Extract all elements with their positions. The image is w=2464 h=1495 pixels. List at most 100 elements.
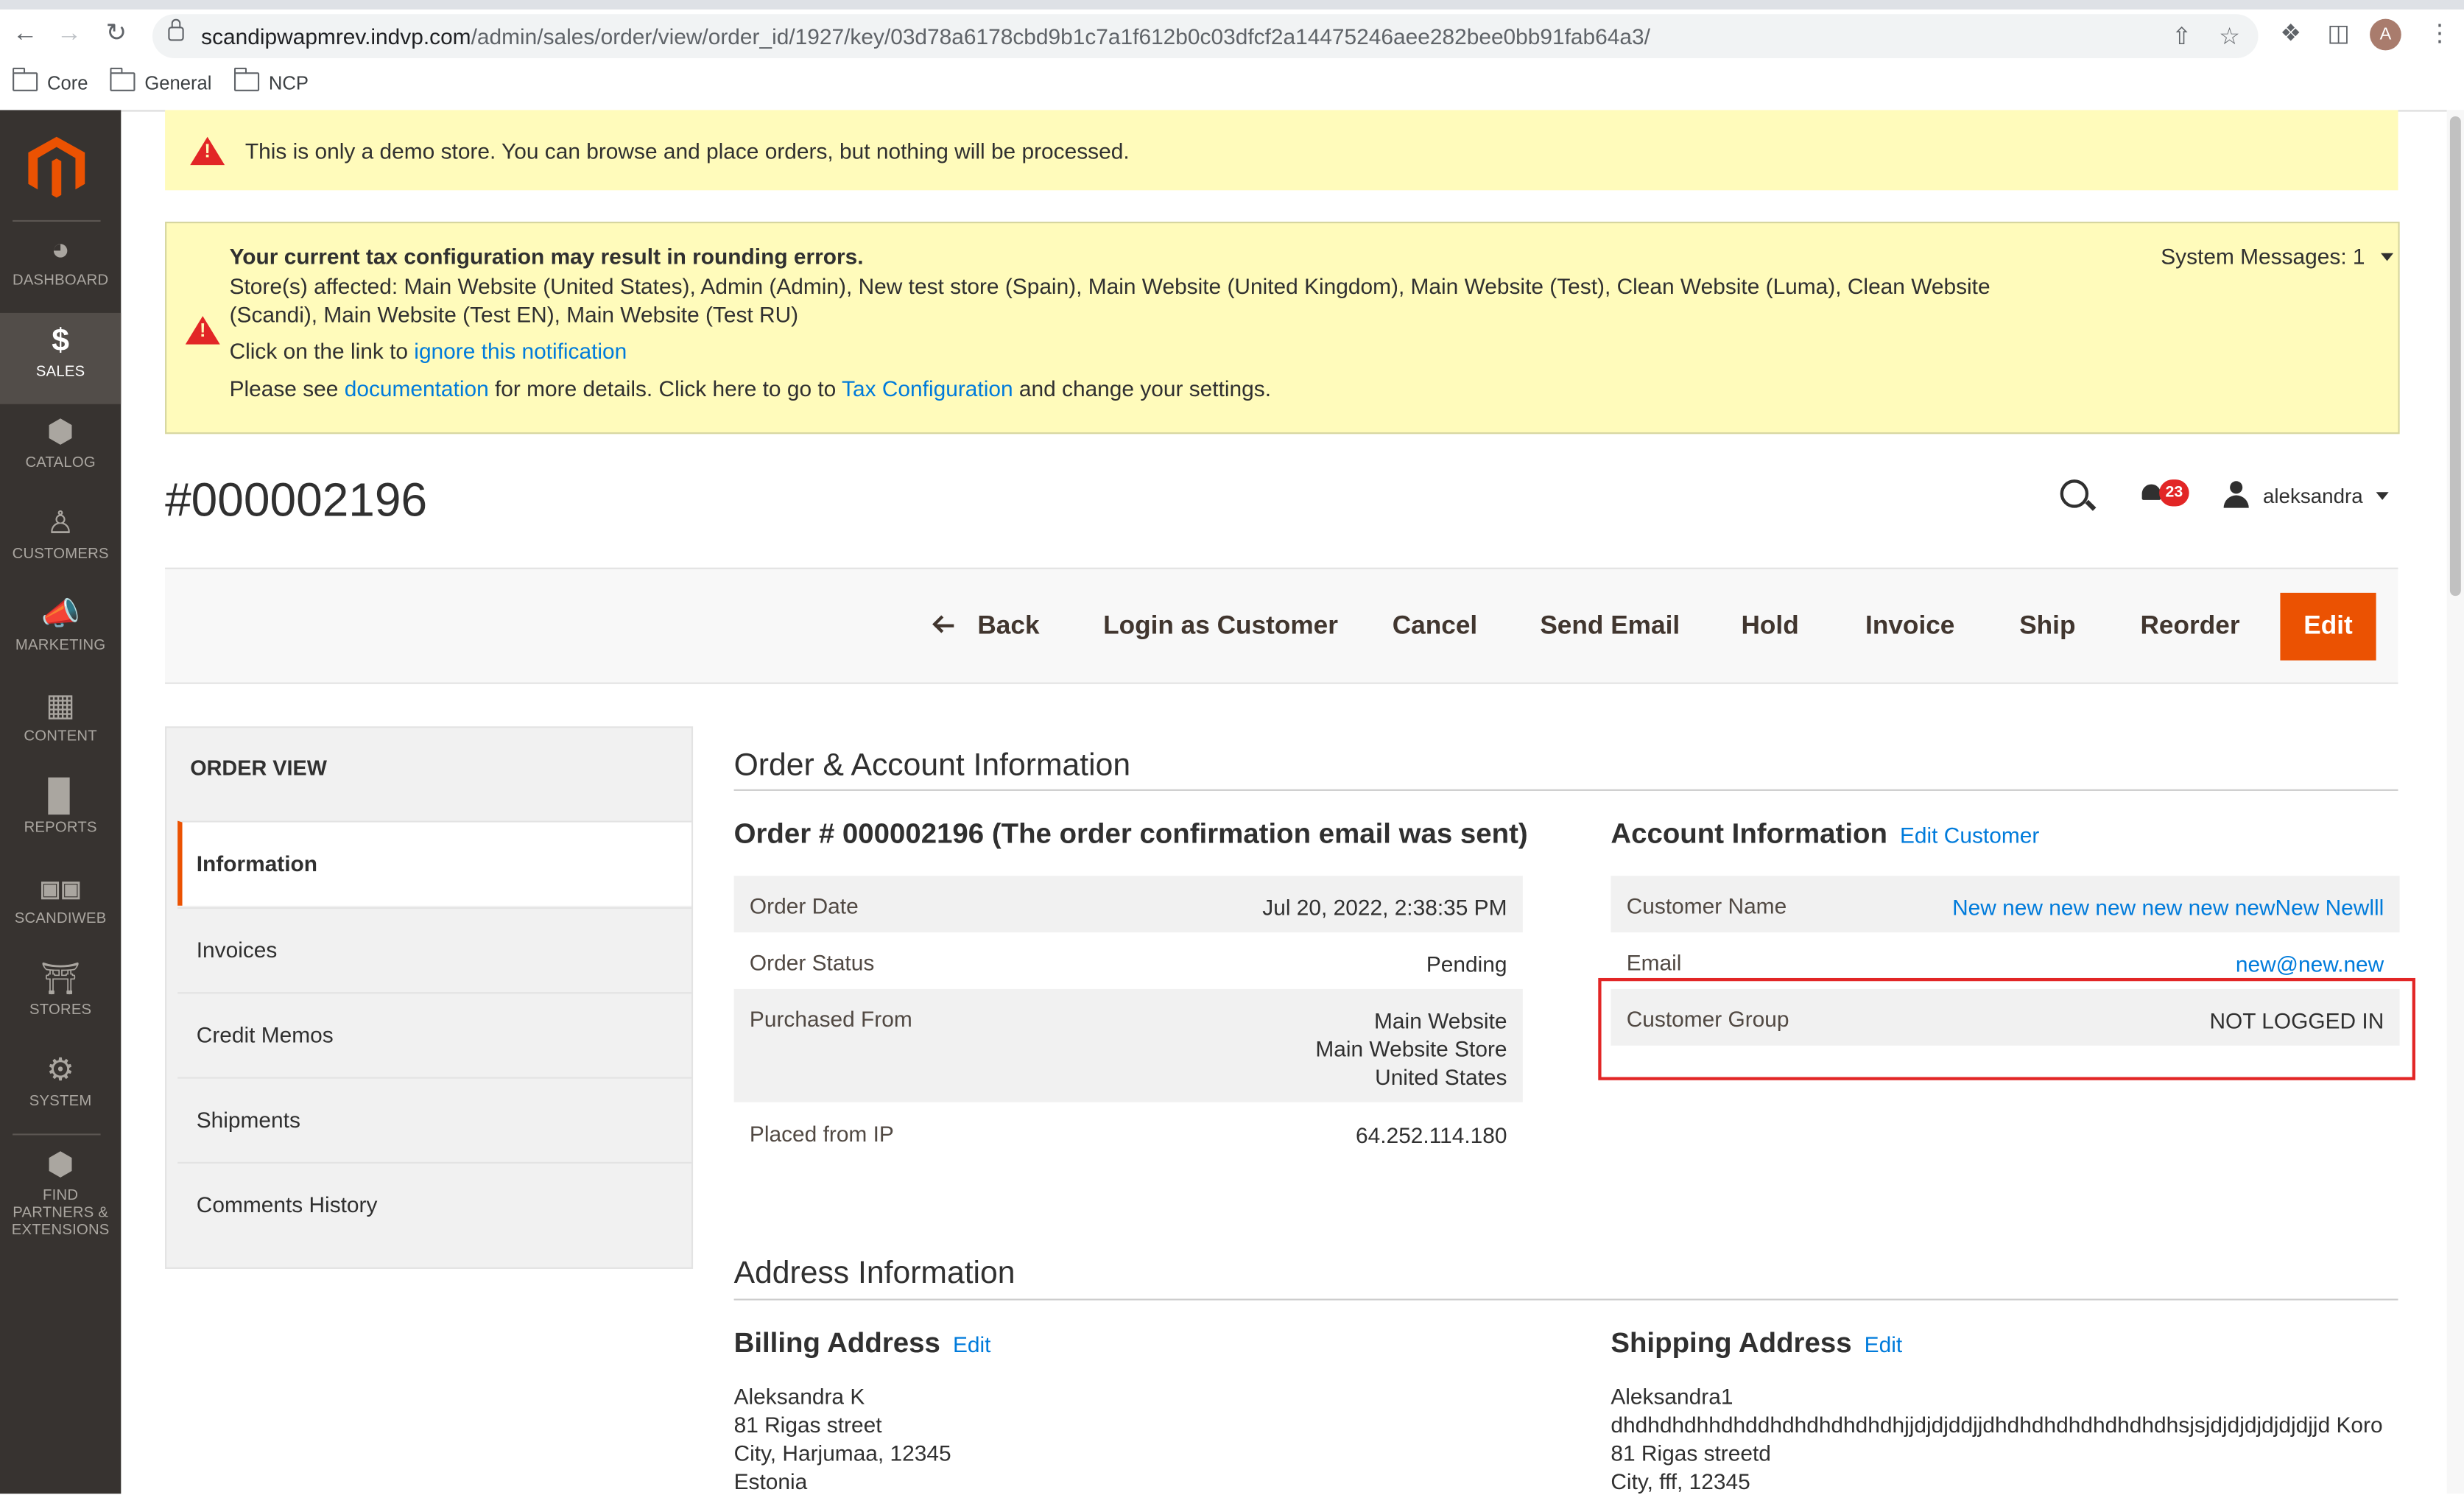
invoice-button[interactable]: Invoice bbox=[1865, 612, 1954, 642]
section-divider bbox=[733, 1298, 2398, 1301]
warning-icon bbox=[185, 316, 220, 345]
bookmark-label: General bbox=[144, 72, 212, 95]
edit-customer-link[interactable]: Edit Customer bbox=[1900, 823, 2039, 848]
back-button[interactable]: Back bbox=[977, 612, 1039, 642]
boxes-icon: ⬢ bbox=[46, 1147, 74, 1183]
sidebar-item-catalog[interactable]: ⬢ CATALOG bbox=[0, 404, 121, 496]
profile-avatar[interactable]: A bbox=[2370, 18, 2401, 51]
section-divider bbox=[733, 789, 2398, 791]
url-text[interactable]: scandipwapmrev.indvp.com/admin/sales/ord… bbox=[201, 24, 1650, 49]
system-message-tax: Your current tax configuration may resul… bbox=[165, 222, 2400, 435]
bookmark-general[interactable]: General bbox=[110, 67, 212, 95]
tax-message-ignore-line: Click on the link to ignore this notific… bbox=[230, 338, 627, 363]
edit-billing-link[interactable]: Edit bbox=[953, 1332, 990, 1357]
magento-logo-icon[interactable] bbox=[27, 136, 86, 198]
reload-icon[interactable]: ↻ bbox=[101, 19, 133, 51]
hold-button[interactable]: Hold bbox=[1741, 612, 1798, 642]
system-messages-dropdown[interactable]: System Messages: 1 bbox=[2161, 244, 2393, 269]
address-line: Estonia bbox=[733, 1468, 808, 1494]
sidebar-item-reports[interactable]: ▉ REPORTS bbox=[0, 769, 121, 860]
arrow-left-icon[interactable] bbox=[934, 624, 954, 627]
documentation-link[interactable]: documentation bbox=[345, 376, 489, 401]
sidebar-item-label: SALES bbox=[35, 363, 85, 381]
sidebar-item-content[interactable]: ▦ CONTENT bbox=[0, 678, 121, 769]
bookmark-ncp[interactable]: NCP bbox=[233, 67, 309, 95]
bookmark-core[interactable]: Core bbox=[13, 67, 88, 95]
ignore-notification-link[interactable]: ignore this notification bbox=[414, 338, 627, 363]
row-value: 64.252.114.180 bbox=[1356, 1122, 1507, 1148]
row-value: Main Website Main Website Store United S… bbox=[1315, 1006, 1507, 1091]
tab-information[interactable]: Information bbox=[177, 820, 691, 906]
account-info-title: Account Information Edit Customer bbox=[1611, 817, 2039, 851]
sidebar-item-label: MARKETING bbox=[15, 636, 106, 655]
notifications-badge[interactable]: 23 bbox=[2159, 479, 2189, 507]
back-nav-icon[interactable]: ← bbox=[10, 19, 41, 51]
value-line: United States bbox=[1375, 1064, 1507, 1090]
row-label: Purchased From bbox=[749, 1006, 912, 1032]
shipping-title-text: Shipping Address bbox=[1611, 1326, 1852, 1359]
send-email-button[interactable]: Send Email bbox=[1540, 612, 1680, 642]
customer-name-link[interactable]: New new new new new new newNew Newlll bbox=[1952, 893, 2384, 921]
scrollbar-thumb[interactable] bbox=[2449, 116, 2461, 597]
order-view-tabs: ORDER VIEW Information Invoices Credit M… bbox=[165, 726, 694, 1269]
bookmark-label: NCP bbox=[268, 72, 309, 95]
tab-label: Invoices bbox=[196, 937, 278, 963]
login-as-customer-button[interactable]: Login as Customer bbox=[1103, 612, 1338, 642]
tax-message-doc-line: Please see documentation for more detail… bbox=[230, 376, 1271, 401]
sidebar-divider bbox=[13, 1133, 101, 1136]
tabs-title: ORDER VIEW bbox=[190, 756, 327, 780]
warning-icon bbox=[190, 136, 225, 166]
value-line: Main Website Store bbox=[1315, 1035, 1507, 1062]
sidebar-item-sales[interactable]: $ SALES bbox=[0, 312, 122, 404]
address-line: 81 Rigas streetd bbox=[1611, 1440, 1771, 1466]
gear-icon: ⚙ bbox=[46, 1053, 75, 1088]
reorder-button[interactable]: Reorder bbox=[2141, 612, 2240, 642]
sidebar-item-system[interactable]: ⚙ SYSTEM bbox=[0, 1043, 121, 1134]
sidebar-item-label: CUSTOMERS bbox=[12, 545, 109, 563]
search-icon[interactable] bbox=[2060, 479, 2089, 508]
tab-invoices[interactable]: Invoices bbox=[177, 907, 691, 992]
billing-title-text: Billing Address bbox=[733, 1326, 940, 1359]
edit-shipping-link[interactable]: Edit bbox=[1865, 1332, 1902, 1357]
folder-icon bbox=[233, 67, 260, 91]
tab-label: Shipments bbox=[196, 1107, 300, 1133]
cancel-button[interactable]: Cancel bbox=[1393, 612, 1477, 642]
order-row-status: Order Status Pending bbox=[734, 932, 1523, 989]
ship-button[interactable]: Ship bbox=[2019, 612, 2075, 642]
star-icon[interactable]: ☆ bbox=[2219, 22, 2240, 50]
sidebar-item-stores[interactable]: ⛩ STORES bbox=[0, 951, 121, 1043]
tab-strip bbox=[0, 0, 2464, 10]
row-label: Order Date bbox=[749, 893, 859, 918]
tab-credit-memos[interactable]: Credit Memos bbox=[177, 992, 691, 1077]
row-label: Order Status bbox=[749, 949, 875, 975]
sidebar-item-find-partners[interactable]: ⬢ FIND PARTNERS & EXTENSIONS bbox=[0, 1137, 121, 1241]
forward-nav-icon[interactable]: → bbox=[54, 19, 85, 51]
share-icon[interactable]: ⇧ bbox=[2172, 22, 2192, 50]
address-bar[interactable]: scandipwapmrev.indvp.com/admin/sales/ord… bbox=[152, 14, 2259, 58]
sidebar-item-customers[interactable]: ♙ CUSTOMERS bbox=[0, 496, 121, 587]
sidebar-item-scandiweb[interactable]: ▣▣ SCANDIWEB bbox=[0, 860, 121, 951]
section-title-order-account: Order & Account Information bbox=[733, 748, 1131, 784]
user-menu[interactable]: aleksandra bbox=[2263, 485, 2388, 508]
sw-logo-icon: ▣▣ bbox=[39, 876, 82, 901]
side-panel-icon[interactable]: ◫ bbox=[2327, 19, 2349, 47]
edit-button[interactable]: Edit bbox=[2280, 592, 2376, 661]
extensions-icon[interactable]: ❖ bbox=[2280, 19, 2301, 47]
sidebar-item-dashboard[interactable]: ◕ DASHBOARD bbox=[0, 222, 121, 313]
menu-dots-icon[interactable]: ⋮ bbox=[2428, 19, 2451, 47]
order-row-purchased-from: Purchased From Main Website Main Website… bbox=[733, 988, 1523, 1102]
browser-chrome: ← → ↻ scandipwapmrev.indvp.com/admin/sal… bbox=[0, 0, 2464, 112]
user-icon[interactable] bbox=[2222, 481, 2250, 509]
bookmark-label: Core bbox=[47, 72, 88, 95]
folder-icon bbox=[110, 67, 135, 91]
text: Please see bbox=[229, 376, 345, 401]
tax-configuration-link[interactable]: Tax Configuration bbox=[842, 376, 1013, 401]
billing-address-title: Billing Address Edit bbox=[734, 1327, 991, 1360]
sidebar-item-marketing[interactable]: 📣 MARKETING bbox=[0, 586, 121, 678]
page-scrollbar[interactable] bbox=[2446, 110, 2464, 1494]
sidebar-item-label: CATALOG bbox=[25, 454, 96, 472]
tab-shipments[interactable]: Shipments bbox=[177, 1077, 691, 1161]
tab-comments-history[interactable]: Comments History bbox=[177, 1161, 691, 1247]
customer-email-link[interactable]: new@new.new bbox=[2236, 950, 2384, 978]
shipping-address-title: Shipping Address Edit bbox=[1611, 1327, 1902, 1360]
